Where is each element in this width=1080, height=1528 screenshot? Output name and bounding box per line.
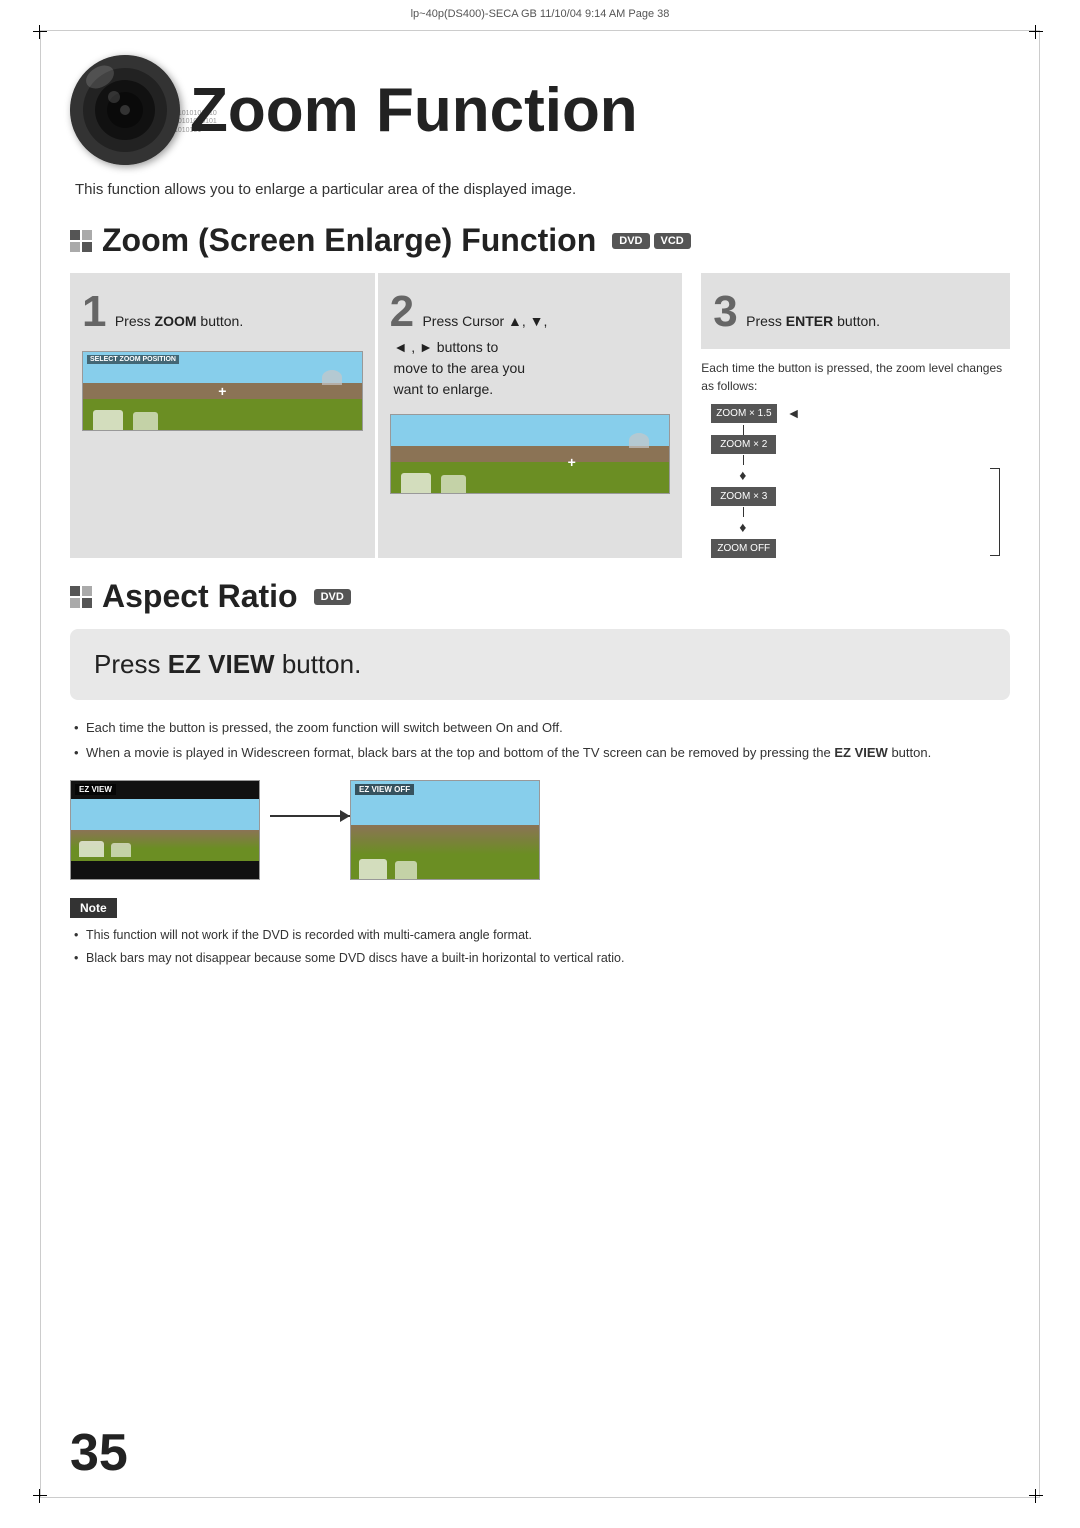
steps-row: 1 Press ZOOM button. SELECT ZOOM POSITIO…	[70, 273, 1010, 558]
step1-screen-label: SELECT ZOOM POSITION	[87, 355, 179, 364]
zoom-bracket-top	[990, 468, 1000, 469]
page-title: Zoom Function	[190, 75, 638, 146]
ezview-screen-2: EZ VIEW OFF	[351, 781, 539, 879]
note-section: Note This function will not work if the …	[70, 898, 1010, 968]
step-3: 3 Press ENTER button. Each time the butt…	[685, 273, 1010, 558]
ezview-furniture-3	[359, 859, 387, 879]
furniture-1	[93, 410, 123, 430]
ezview-img-2: EZ VIEW OFF	[350, 780, 540, 880]
page-border-bottom	[40, 1497, 1040, 1498]
zoom-arrow-1: ◄	[787, 403, 801, 424]
crosshair-2: +	[568, 454, 576, 470]
step1-tv-screen: SELECT ZOOM POSITION +	[83, 352, 362, 430]
furniture-3	[401, 473, 431, 493]
arrow-head	[340, 810, 350, 822]
ezview-images: EZ VIEW EZ VIEW OFF	[70, 780, 1010, 880]
arrow-shaft	[270, 815, 350, 817]
reg-mark-bottom-right	[1028, 1486, 1048, 1506]
zoom-line-1	[743, 425, 744, 435]
black-bar-bottom	[71, 861, 259, 879]
step2-content: 2 Press Cursor ▲, ▼, ◄ , ► buttons to mo…	[390, 287, 671, 400]
zoom-diamond-2: ♦	[739, 517, 746, 538]
ezview-furniture-1	[79, 841, 104, 857]
zoom-bracket-bottom	[990, 555, 1000, 556]
step2-body: Press Cursor ▲, ▼, ◄ , ► buttons to move…	[390, 313, 548, 397]
zoom-row-6: ZOOM OFF	[711, 539, 1010, 558]
ezview-img-1-wrap: EZ VIEW	[70, 780, 270, 880]
ezview-furniture-4	[395, 861, 417, 879]
icon-dot-8	[82, 598, 92, 608]
zoom-row-5: ♦	[711, 517, 1010, 538]
crosshair-1: +	[218, 383, 226, 399]
step3-note-text: Each time the button is pressed, the zoo…	[701, 359, 1010, 395]
bullet-item-1: Each time the button is pressed, the zoo…	[70, 718, 1010, 738]
step1-number: 1	[82, 287, 106, 336]
title-icon	[70, 55, 180, 165]
note-list: This function will not work if the DVD i…	[70, 926, 1010, 968]
dvd-badge: DVD	[612, 233, 649, 249]
zoom-line-2	[743, 455, 744, 465]
step2-tv-screen: +	[391, 415, 670, 493]
section2-dvd-badge: DVD	[314, 589, 351, 605]
step3-box: 3 Press ENTER button.	[701, 273, 1010, 349]
zoom-box-1: ZOOM × 1.5	[711, 404, 776, 423]
note-item-1: This function will not work if the DVD i…	[70, 926, 1010, 945]
icon-dot-6	[82, 586, 92, 596]
note-item-2: Black bars may not disappear because som…	[70, 949, 1010, 968]
reg-mark-bottom-left	[32, 1486, 52, 1506]
bullet-list: Each time the button is pressed, the zoo…	[70, 718, 1010, 762]
zoom-row-1: ZOOM × 1.5 ◄	[711, 403, 1010, 424]
umbrella-2	[629, 433, 649, 448]
zoom-box-3: ZOOM × 3	[711, 487, 776, 506]
zoom-row-3: ♦	[711, 465, 1010, 486]
note-label: Note	[70, 898, 117, 918]
section2-title: Aspect Ratio	[102, 578, 298, 615]
icon-dot-5	[70, 586, 80, 596]
zoom-box-2: ZOOM × 2	[711, 435, 776, 454]
step-1: 1 Press ZOOM button. SELECT ZOOM POSITIO…	[70, 273, 378, 558]
umbrella	[322, 370, 342, 385]
aspect-section: Aspect Ratio DVD Press EZ VIEW button. E…	[70, 578, 1010, 968]
icon-dot-7	[70, 598, 80, 608]
ezview-label-2: EZ VIEW OFF	[355, 784, 414, 795]
section2-icon	[70, 586, 92, 608]
ezview-screen-1: EZ VIEW	[71, 781, 259, 879]
ezview-instruction: Press EZ VIEW button.	[94, 649, 986, 680]
step2-number: 2	[390, 287, 414, 336]
ezview-arrow	[270, 815, 350, 817]
step3-body: Press ENTER button.	[742, 313, 880, 329]
zoom-box-4: ZOOM OFF	[711, 539, 776, 558]
zoom-chart: ZOOM × 1.5 ◄ ZOOM × 2 ♦ ZOOM × 3	[711, 403, 1010, 558]
zoom-row-4: ZOOM × 3	[711, 487, 1010, 506]
icon-dot-3	[70, 242, 80, 252]
zoom-diamond-1: ♦	[739, 465, 746, 486]
furniture-4	[441, 475, 466, 493]
ezview-box: Press EZ VIEW button.	[70, 629, 1010, 700]
section1-icon	[70, 230, 92, 252]
step3-number: 3	[713, 287, 737, 336]
section2-header: Aspect Ratio DVD	[70, 578, 1010, 615]
ezview-furniture-2	[111, 843, 131, 857]
vcd-badge: VCD	[654, 233, 691, 249]
step1-image: SELECT ZOOM POSITION +	[82, 351, 363, 431]
step1-body: Press ZOOM button.	[111, 313, 243, 329]
bullet-item-2: When a movie is played in Widescreen for…	[70, 743, 1010, 763]
ezview-img-1: EZ VIEW	[70, 780, 260, 880]
icon-dot-4	[82, 242, 92, 252]
step2-image: +	[390, 414, 671, 494]
page-title-section: 0101001010101010101010101010101010101010…	[70, 55, 1010, 165]
icon-dot-1	[70, 230, 80, 240]
step3-note: Each time the button is pressed, the zoo…	[701, 359, 1010, 558]
step-2: 2 Press Cursor ▲, ▼, ◄ , ► buttons to mo…	[378, 273, 686, 558]
ezview-img-2-wrap: EZ VIEW OFF	[350, 780, 550, 880]
ezview-arrow-wrap	[270, 815, 350, 817]
furniture-2	[133, 412, 158, 430]
icon-dot-2	[82, 230, 92, 240]
page-number: 35	[70, 1423, 128, 1483]
zoom-row-2: ZOOM × 2	[711, 435, 1010, 454]
ezview-label-1: EZ VIEW	[75, 784, 116, 795]
step1-content: 1 Press ZOOM button.	[82, 287, 363, 337]
zoom-bracket-line	[999, 468, 1000, 556]
zoom-line-3	[743, 507, 744, 517]
